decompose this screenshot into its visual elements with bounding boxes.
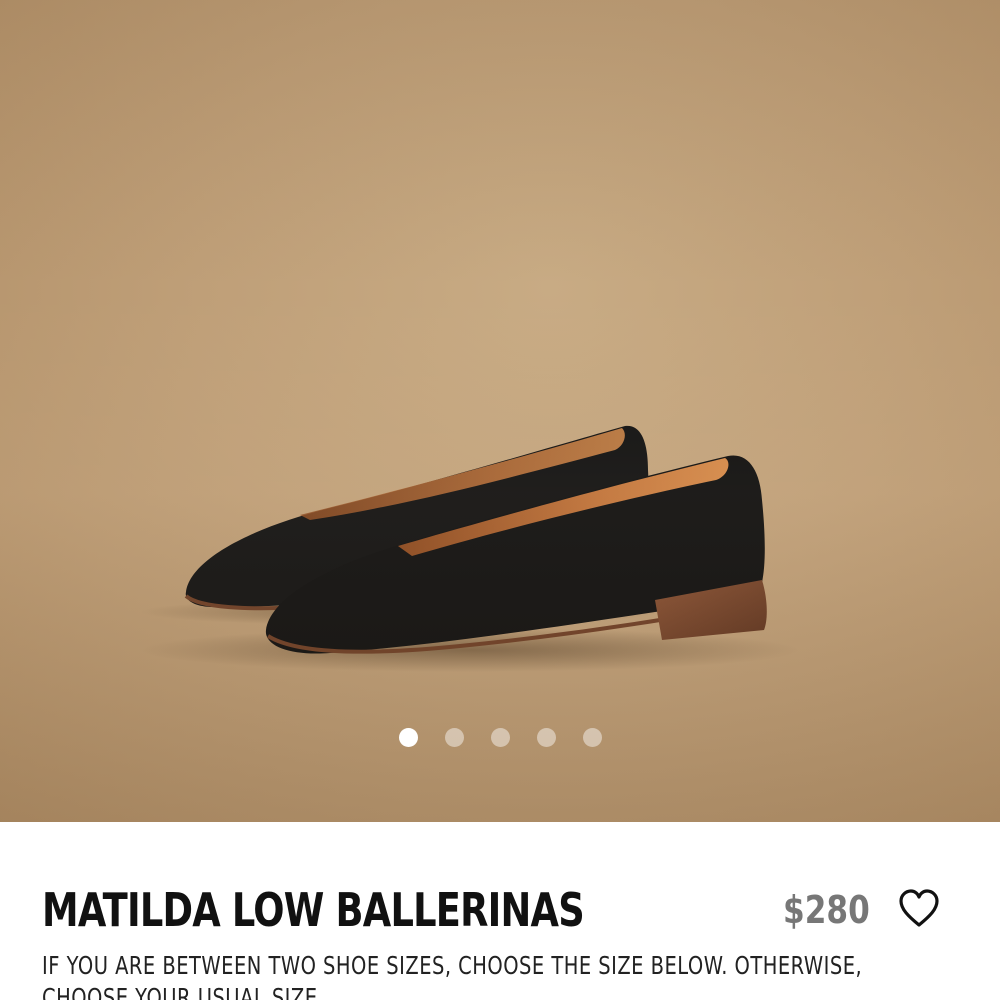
wishlist-button[interactable] (896, 886, 942, 932)
product-image (140, 425, 800, 672)
product-gallery[interactable] (0, 0, 1000, 822)
carousel-dot[interactable] (490, 728, 510, 747)
heart-icon (899, 889, 939, 927)
carousel-dots (0, 728, 1000, 747)
carousel-dot[interactable] (444, 728, 464, 747)
title-row: MATILDA LOW BALLERINAS $280 (42, 878, 958, 942)
product-price: $280 (783, 888, 870, 932)
carousel-dot[interactable] (398, 728, 418, 747)
product-info: MATILDA LOW BALLERINAS $280 IF YOU ARE B… (0, 822, 1000, 1000)
carousel-dot[interactable] (536, 728, 556, 747)
product-title: MATILDA LOW BALLERINAS (42, 883, 585, 937)
carousel-dot[interactable] (582, 728, 602, 747)
size-note: IF YOU ARE BETWEEN TWO SHOE SIZES, CHOOS… (42, 951, 863, 1000)
